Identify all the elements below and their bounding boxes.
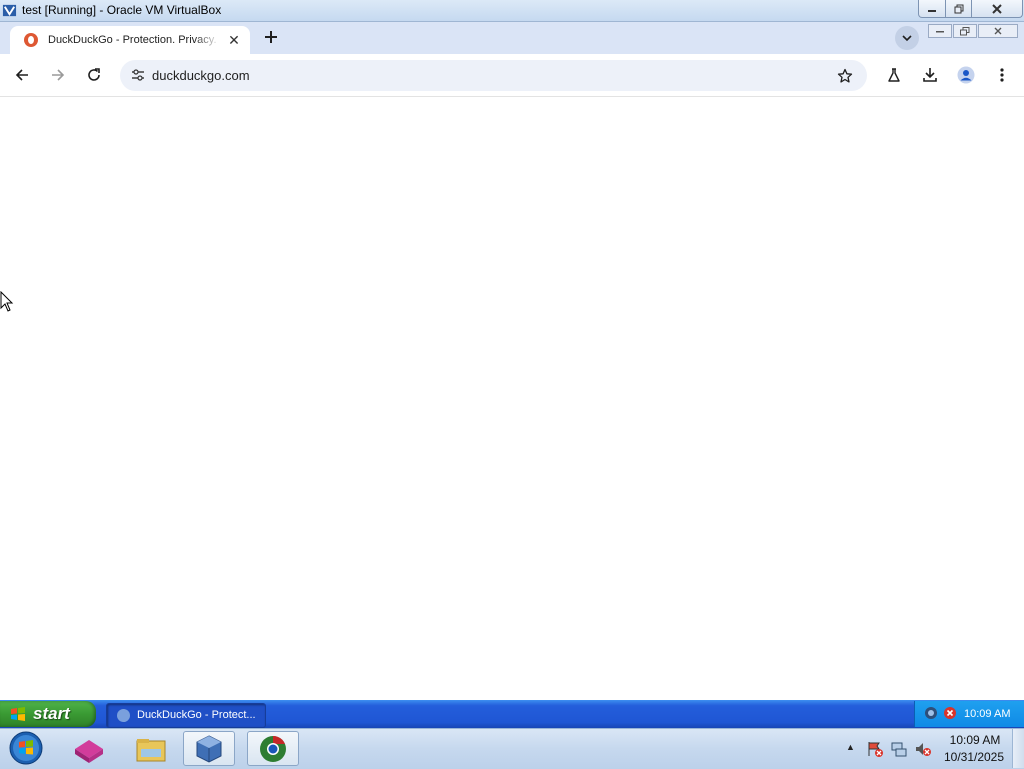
duckduckgo-icon [24, 33, 38, 47]
tab-duckduckgo[interactable]: DuckDuckGo - Protection. Privacy. Peace … [10, 26, 250, 54]
app-icon-pink-box [75, 739, 103, 763]
guest-clock: 10:09 AM [964, 708, 1011, 720]
show-hidden-icons-button[interactable]: ▲ [846, 742, 856, 752]
close-button[interactable] [971, 0, 1023, 18]
windows-flag-icon [11, 707, 25, 721]
taskbar-item-label: DuckDuckGo - Protect... [137, 709, 256, 721]
labs-flask-icon [888, 68, 900, 82]
menu-icon [1000, 68, 1004, 82]
tab-title: DuckDuckGo - Protection. Privacy. Peace … [48, 34, 220, 46]
profile-icon [957, 66, 975, 84]
minimize-icon [928, 9, 936, 12]
virtualbox-icon [196, 734, 222, 763]
pinned-file-explorer[interactable] [125, 731, 177, 766]
show-desktop-button[interactable] [1012, 729, 1024, 768]
mouse-cursor-icon [0, 291, 14, 312]
start-label: start [33, 704, 70, 723]
host-clock-time[interactable]: 10:09 AM [944, 733, 1006, 747]
plus-icon [265, 31, 277, 43]
address-bar[interactable]: duckduckgo.com [120, 60, 867, 91]
labs-button[interactable] [882, 63, 906, 87]
bookmark-button[interactable] [833, 64, 857, 88]
back-icon [15, 69, 28, 81]
windows-start-orb[interactable] [7, 730, 45, 766]
action-center-flag-icon[interactable] [866, 740, 884, 758]
reload-button[interactable] [82, 63, 106, 87]
pinned-virtualbox[interactable] [183, 731, 235, 766]
pinned-chrome[interactable] [247, 731, 299, 766]
tab-strip: DuckDuckGo - Protection. Privacy. Peace … [0, 22, 1024, 54]
page-content[interactable] [0, 97, 1024, 700]
pinned-app-pink[interactable] [63, 731, 115, 766]
browser-icon [117, 709, 130, 722]
back-button[interactable] [10, 63, 34, 87]
site-info-button[interactable] [126, 63, 150, 87]
tab-close-icon[interactable]: ✕ [226, 32, 242, 48]
close-icon [992, 3, 1002, 14]
tray-app-icon[interactable] [924, 706, 938, 720]
virtualbox-title-bar: test [Running] - Oracle VM VirtualBox [0, 0, 1024, 22]
guest-restore-button[interactable] [953, 24, 977, 38]
file-explorer-icon [136, 738, 166, 761]
chrome-icon [260, 735, 286, 762]
restore-icon [954, 4, 963, 13]
minimize-icon [936, 31, 944, 33]
reload-icon [88, 68, 100, 81]
volume-muted-icon[interactable] [914, 740, 932, 758]
chevron-down-icon [902, 35, 912, 42]
profile-button[interactable] [954, 63, 978, 87]
downloads-button[interactable] [918, 63, 942, 87]
tab-search-button[interactable] [895, 26, 919, 50]
bookmark-star-icon [837, 68, 853, 83]
download-icon [923, 68, 937, 82]
guest-system-tray: 10:09 AM [914, 701, 1024, 727]
close-icon [994, 27, 1002, 35]
minimize-button[interactable] [918, 0, 946, 18]
new-tab-button[interactable] [260, 27, 282, 49]
start-button[interactable]: start [0, 701, 96, 727]
restore-button[interactable] [945, 0, 972, 18]
forward-button[interactable] [46, 63, 70, 87]
security-alert-icon[interactable] [943, 706, 957, 720]
forward-icon [52, 69, 65, 81]
taskbar-item-browser[interactable]: DuckDuckGo - Protect... [106, 703, 266, 728]
guest-minimize-button[interactable] [928, 24, 952, 38]
url-text[interactable]: duckduckgo.com [152, 68, 250, 83]
window-title: test [Running] - Oracle VM VirtualBox [22, 3, 222, 17]
guest-close-button[interactable] [978, 24, 1018, 38]
virtualbox-icon [2, 4, 17, 17]
host-clock-date[interactable]: 10/31/2025 [940, 750, 1008, 764]
menu-button[interactable] [990, 63, 1014, 87]
site-info-icon [132, 69, 144, 81]
restore-icon [960, 26, 970, 35]
network-icon[interactable] [890, 740, 908, 758]
